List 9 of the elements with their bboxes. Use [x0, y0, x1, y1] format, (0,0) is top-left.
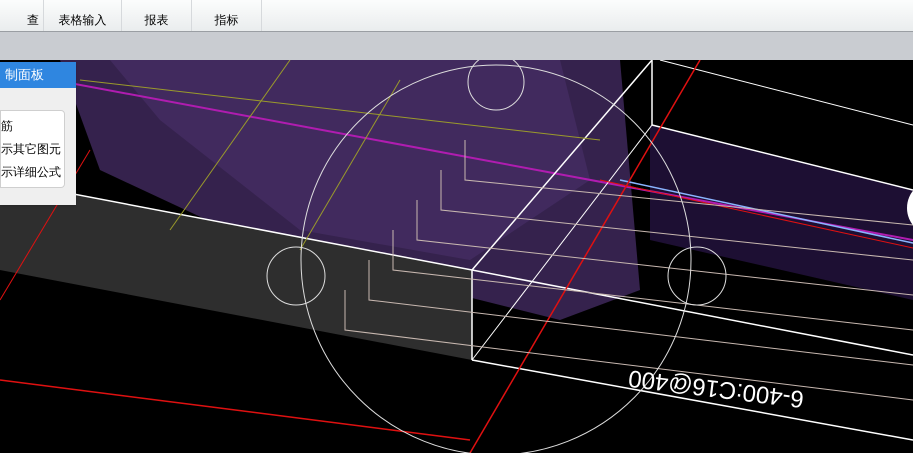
ribbon-tab[interactable]: 表格输入	[58, 10, 106, 28]
ribbon-tab[interactable]: 指标	[214, 10, 238, 28]
rebar-label: 6-400:C16@400	[627, 365, 806, 411]
panel-option[interactable]: 筋	[1, 117, 64, 135]
panel-title: 制面板	[4, 66, 44, 84]
ribbon-tab[interactable]: 查	[27, 10, 39, 28]
panel-option[interactable]: 示其它图元	[1, 140, 64, 158]
ribbon-tab[interactable]: 报表	[144, 10, 168, 28]
panel-option[interactable]: 示详细公式	[1, 163, 64, 181]
